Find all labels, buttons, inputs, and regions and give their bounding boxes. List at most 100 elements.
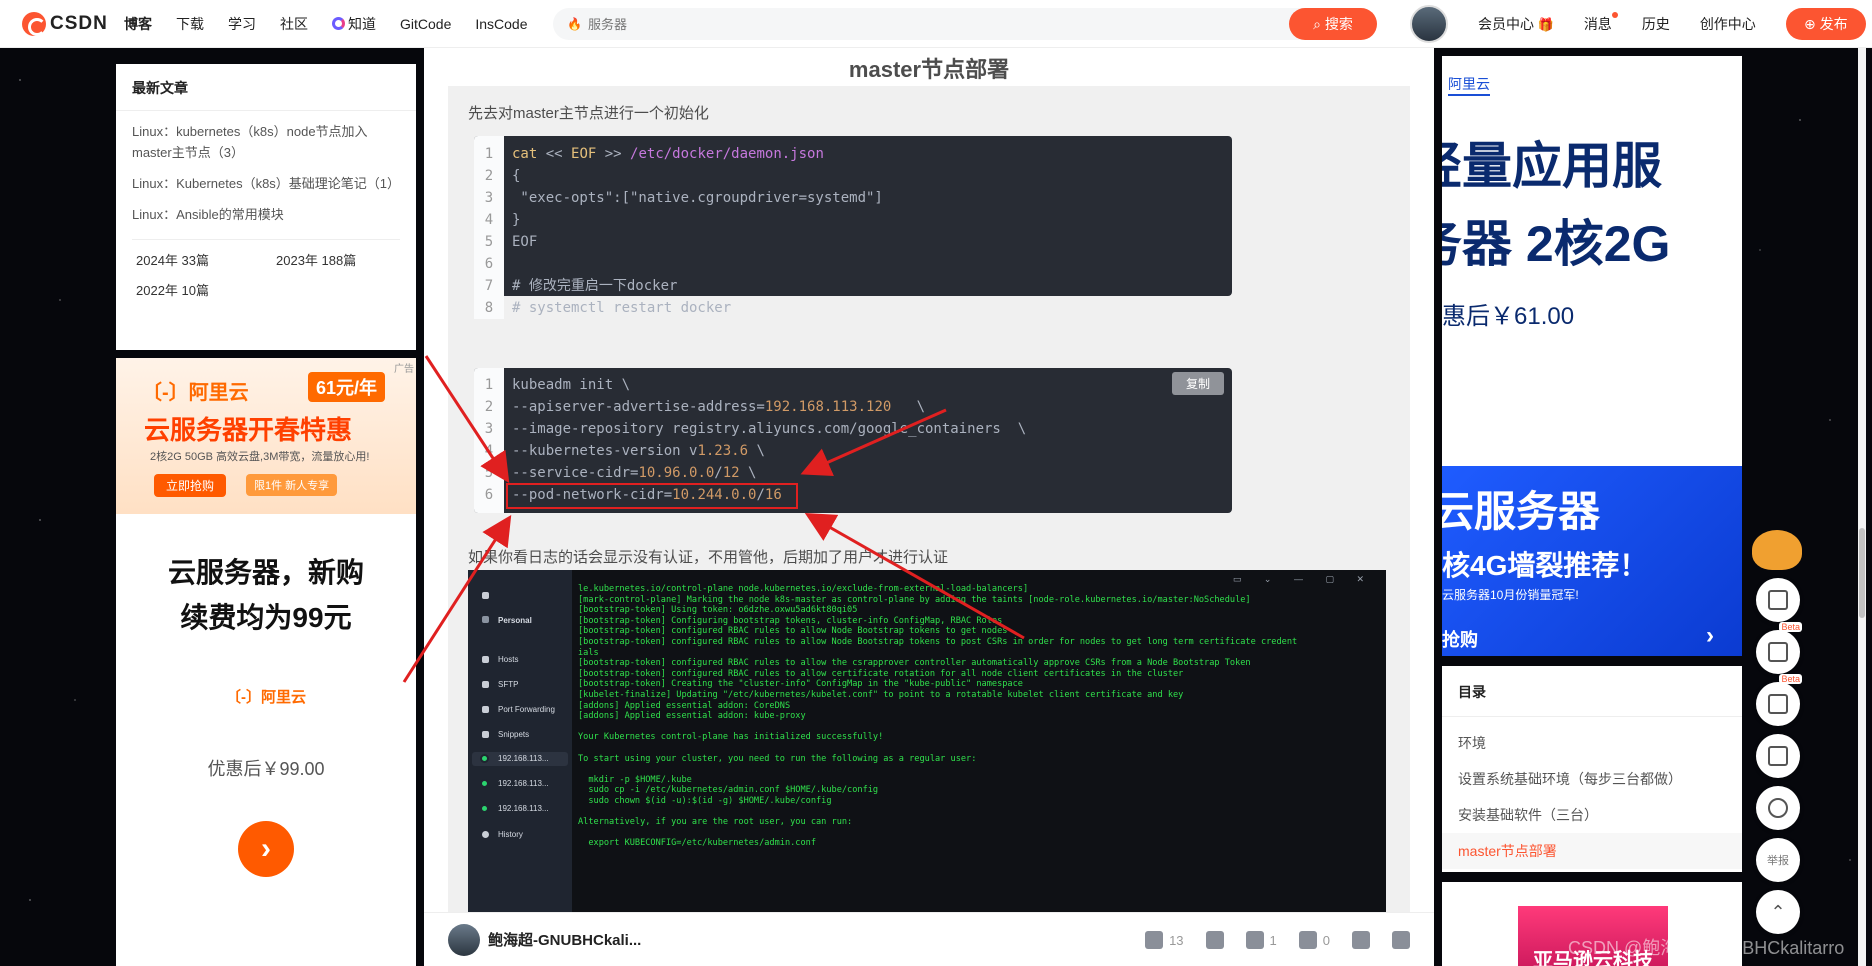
status-dot-icon: [480, 804, 489, 813]
ad-subtext: 2核2G 50GB 高效云盘,3M带宽，流量放心用!: [150, 451, 370, 463]
mindmap-icon: [1768, 694, 1788, 714]
support-button[interactable]: [1756, 786, 1800, 830]
recent-article-link[interactable]: Linux：kubernetes（k8s）node节点加入master主节点（3…: [116, 121, 416, 163]
nav-inscode[interactable]: InsCode: [475, 16, 527, 32]
dislike-button[interactable]: [1205, 931, 1224, 949]
beta-badge: Beta: [1779, 674, 1802, 684]
csdn-logo[interactable]: CSDN: [22, 11, 110, 36]
pdf-button[interactable]: [1392, 931, 1410, 949]
chevron-right-icon[interactable]: ›: [1706, 622, 1714, 650]
logo-text: CSDN: [50, 12, 108, 34]
share-icon: [1352, 931, 1370, 949]
ad-buy-button[interactable]: 立即抢购: [154, 474, 227, 497]
code-line: }: [512, 212, 521, 228]
mindmap-button[interactable]: Beta: [1756, 674, 1802, 726]
member-center-link[interactable]: 会员中心 🎁: [1478, 14, 1554, 34]
creator-center-link[interactable]: 创作中心: [1700, 14, 1756, 34]
terminal-line: mkdir -p $HOME/.kube: [578, 774, 692, 785]
recent-article-link[interactable]: Linux：Ansible的常用模块: [116, 204, 416, 225]
nav-zhidao-label: 知道: [348, 15, 376, 32]
user-area: 会员中心 🎁 消息 历史 创作中心 ⊕ 发布: [1410, 0, 1866, 48]
user-avatar[interactable]: [1410, 5, 1448, 43]
edit-icon: [1768, 746, 1788, 766]
report-label: 举报: [1767, 855, 1789, 867]
terminal-line: export KUBECONFIG=/etc/kubernetes/admin.…: [578, 838, 816, 849]
page-scrollbar[interactable]: [1858, 48, 1866, 966]
archive-year-link[interactable]: 2023年 188篇: [276, 246, 416, 276]
headset-icon: [1768, 798, 1788, 818]
nav-zhidao[interactable]: 知道: [332, 14, 376, 34]
like-button[interactable]: 13: [1145, 931, 1184, 949]
right-ad[interactable]: 阿里云 轻量应用服 务器 2核2G 惠后￥61.00 云服务器 核4G墙裂推荐！…: [1442, 56, 1742, 656]
archive-year-link[interactable]: 2022年 10篇: [136, 276, 276, 306]
terminal-line: [mark-control-plane] Marking the node k8…: [578, 594, 1251, 605]
messages-link[interactable]: 消息: [1584, 12, 1618, 34]
terminal-line: sudo cp -i /etc/kubernetes/admin.conf $H…: [578, 785, 879, 796]
code-line: "exec-opts":["native.cgroupdriver=system…: [512, 190, 883, 206]
line-number: 6: [474, 253, 504, 275]
terminal-line: sudo chown $(id -u):$(id -g) $HOME/.kube…: [578, 795, 832, 806]
paragraph: 如果你看日志的话会显示没有认证，不用管他，后期加了用户才进行认证: [468, 549, 949, 566]
toc-item[interactable]: 设置系统基础环境（每步三台都做）: [1442, 761, 1742, 797]
like-count: 13: [1169, 932, 1184, 948]
code-line: kubeadm init \: [512, 377, 631, 393]
left-ad[interactable]: 广告 〔-〕阿里云 61元/年 云服务器开春特惠 2核2G 50GB 高效云盘,…: [116, 358, 416, 966]
author-bar: 鲍海超-GNUBHCkali... 13 1 0: [424, 912, 1434, 966]
search-input[interactable]: [587, 16, 1248, 32]
nav-community[interactable]: 社区: [280, 14, 308, 34]
comment-icon: [1298, 931, 1317, 949]
terminal-sidebar: Personal Hosts SFTP Port Forwarding Snip…: [468, 570, 572, 946]
data-trend-button[interactable]: [1756, 578, 1800, 622]
publish-button[interactable]: ⊕ 发布: [1785, 8, 1866, 40]
terminal-line: [bootstrap-token] configured RBAC rules …: [578, 668, 1184, 679]
mascot-icon[interactable]: [1752, 530, 1802, 570]
nav-gitcode[interactable]: GitCode: [400, 16, 451, 32]
recent-article-link[interactable]: Linux：Kubernetes（k8s）基础理论笔记（1）: [116, 173, 416, 194]
code-line: --image-repository registry.aliyuncs.com…: [512, 421, 1027, 437]
terminal-nav-item: History: [498, 830, 523, 839]
toc-item[interactable]: 环境: [1442, 725, 1742, 761]
author-name[interactable]: 鲍海超-GNUBHCkali...: [488, 929, 641, 950]
comment-button[interactable]: 0: [1298, 931, 1330, 949]
report-button[interactable]: 举报: [1756, 838, 1800, 882]
code-block[interactable]: 复制 1 kubeadm init \ 2 --apiserver-advertis…: [474, 368, 1232, 513]
toc-item-active[interactable]: master节点部署: [1442, 833, 1742, 869]
summary-button[interactable]: Beta: [1756, 622, 1802, 674]
terminal-nav-item: Port Forwarding: [498, 705, 555, 714]
edit-button[interactable]: [1756, 734, 1800, 778]
archive-year-link[interactable]: 2024年 33篇: [136, 246, 276, 276]
chevron-right-icon[interactable]: ›: [238, 821, 294, 877]
toc-item[interactable]: 安装基础软件（三台）: [1442, 797, 1742, 833]
fire-icon: 🔥: [567, 17, 582, 31]
ad-blue-banner[interactable]: 云服务器 核4G墙裂推荐！ 云服务器10月份销量冠军! 抢购 ›: [1442, 466, 1742, 656]
terminal-line: Alternatively, if you are the root user,…: [578, 817, 853, 828]
ad-price: 惠后￥61.00: [1442, 303, 1575, 330]
vault-label: Personal: [498, 616, 532, 625]
code-line: cat << EOF >> /etc/docker/daemon.json: [512, 146, 824, 162]
terminal-line: [bootstrap-token] configured RBAC rules …: [578, 658, 1251, 669]
ad-buy-label[interactable]: 抢购: [1442, 626, 1478, 652]
code-block[interactable]: 1 cat << EOF >> /etc/docker/daemon.json 2…: [474, 136, 1232, 319]
terminal-line: [bootstrap-token] configured RBAC rules …: [578, 626, 1008, 637]
comment-count: 0: [1322, 932, 1330, 948]
ad-tag[interactable]: 广告: [394, 360, 414, 375]
author-avatar[interactable]: [448, 923, 480, 956]
back-to-top-button[interactable]: ⌃: [1756, 890, 1800, 934]
nav-download[interactable]: 下载: [176, 14, 204, 34]
article-content: 先去对master主节点进行一个初始化 1 cat << EOF >> /etc/…: [448, 86, 1410, 946]
terminal-line: [bootstrap-token] Using token: o6dzhe.ox…: [578, 605, 858, 616]
search-button[interactable]: ⌕ 搜索: [1289, 8, 1377, 40]
ad-banner[interactable]: 广告 〔-〕阿里云 61元/年 云服务器开春特惠 2核2G 50GB 高效云盘,…: [116, 358, 416, 514]
share-button[interactable]: [1352, 931, 1370, 949]
nav-learn[interactable]: 学习: [228, 14, 256, 34]
favorite-button[interactable]: 1: [1245, 931, 1277, 949]
search-icon: ⌕: [1313, 15, 1325, 32]
aliyun-logo: 〔-〕阿里云: [226, 689, 306, 706]
top-navbar: CSDN 博客 下载 学习 社区 知道 GitCode InsCode 🔥 ⌕ …: [0, 0, 1872, 48]
nav-blog[interactable]: 博客: [124, 14, 152, 34]
history-link[interactable]: 历史: [1642, 14, 1670, 34]
scrollbar-thumb[interactable]: [1859, 528, 1865, 618]
ad-body-title: 云服务器，新购 续费均为99元: [116, 550, 416, 640]
document-icon: [1768, 642, 1788, 662]
line-number: 1: [474, 374, 504, 396]
